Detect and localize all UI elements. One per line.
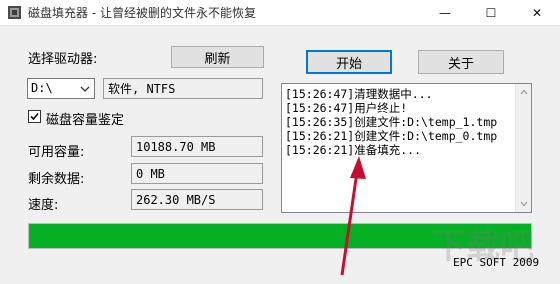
scroll-up-icon[interactable] <box>520 89 528 95</box>
capacity-check-checkbox[interactable] <box>28 110 41 123</box>
log-scrollbar[interactable] <box>515 84 531 212</box>
log-lines: [15:26:47]清理数据中... [15:26:47]用户终止! [15:2… <box>285 87 497 157</box>
close-button[interactable]: ✕ <box>514 0 560 25</box>
capacity-check-label: 磁盘容量鉴定 <box>46 113 125 128</box>
available-capacity-field: 10188.70 MB <box>131 136 263 157</box>
select-drive-label: 选择驱动器: <box>28 52 98 67</box>
log-listbox[interactable]: [15:26:47]清理数据中... [15:26:47]用户终止! [15:2… <box>281 83 532 213</box>
scroll-down-icon[interactable] <box>520 201 528 207</box>
minimize-button[interactable]: — <box>422 0 468 25</box>
speed-label: 速度: <box>28 198 59 213</box>
drive-select[interactable]: D:\ <box>27 78 95 99</box>
app-icon <box>8 6 21 19</box>
title-bar[interactable]: 磁盘填充器 - 让曾经被删的文件永不能恢复 — ☐ ✕ <box>0 0 560 26</box>
log-line: [15:26:35]创建文件:D:\temp_1.tmp <box>285 115 498 129</box>
maximize-button[interactable]: ☐ <box>468 0 514 25</box>
speed-field: 262.30 MB/S <box>131 189 263 210</box>
available-capacity-label: 可用容量: <box>28 145 85 160</box>
chevron-down-icon <box>80 86 90 92</box>
checkmark-icon <box>30 112 39 121</box>
drive-select-value: D:\ <box>31 81 53 95</box>
log-line: [15:26:21]创建文件:D:\temp_0.tmp <box>285 129 498 143</box>
refresh-button[interactable]: 刷新 <box>171 46 264 68</box>
drive-info-field: 软件, NTFS <box>103 78 263 99</box>
annotation-arrow-icon <box>340 156 366 276</box>
remaining-data-label: 剩余数据: <box>28 172 85 187</box>
remaining-data-field: 0 MB <box>131 163 263 184</box>
window-title: 磁盘填充器 - 让曾经被删的文件永不能恢复 <box>28 6 256 20</box>
start-button[interactable]: 开始 <box>306 50 392 74</box>
log-line: [15:26:47]用户终止! <box>285 101 408 115</box>
about-button[interactable]: 关于 <box>418 50 504 74</box>
log-line: [15:26:47]清理数据中... <box>285 87 433 101</box>
log-line: [15:26:21]准备填充... <box>285 143 422 157</box>
copyright-label: EPC SOFT 2009 <box>453 256 540 269</box>
